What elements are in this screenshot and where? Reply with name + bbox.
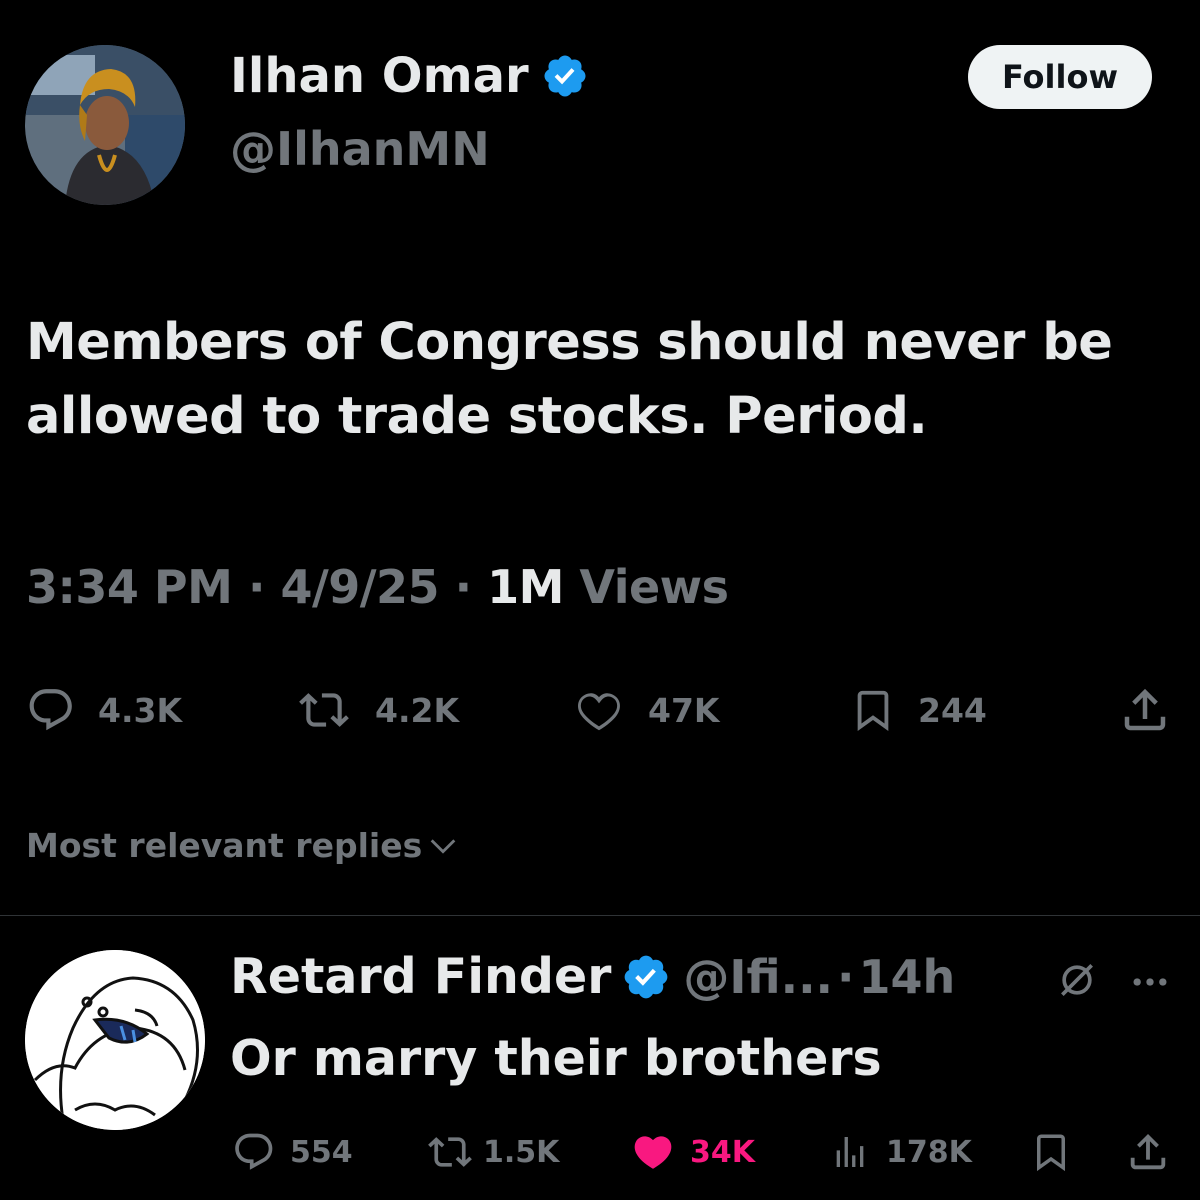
- author-handle[interactable]: @IlhanMN: [230, 122, 490, 176]
- author-name-text[interactable]: Ilhan Omar: [230, 48, 529, 104]
- tweet-text: Members of Congress should never be allo…: [26, 313, 1113, 446]
- reply-views-count: 178K: [886, 1134, 972, 1170]
- views-label[interactable]: Views: [579, 560, 729, 614]
- bookmark-button[interactable]: 244: [850, 680, 987, 740]
- like-button[interactable]: 47K: [572, 680, 720, 740]
- share-icon: [1130, 1133, 1166, 1170]
- reply-reply-button[interactable]: 554: [232, 1127, 353, 1177]
- reply-like-button[interactable]: 34K: [630, 1127, 755, 1177]
- share-button[interactable]: [1118, 680, 1172, 740]
- bookmark-icon: [857, 690, 889, 731]
- reply-author-name[interactable]: Retard Finder: [230, 948, 611, 1005]
- follow-button[interactable]: Follow: [968, 45, 1152, 109]
- tweet-date[interactable]: 4/9/25: [280, 560, 439, 614]
- grok-button[interactable]: [1055, 958, 1099, 1006]
- reply-separator: ·: [837, 949, 855, 1004]
- reply-sort-label[interactable]: Most relevant replies: [26, 826, 422, 865]
- reply-repost-count: 1.5K: [483, 1134, 560, 1170]
- repost-button[interactable]: 4.2K: [295, 680, 459, 740]
- views-count: 1M: [487, 560, 564, 614]
- like-count: 47K: [648, 690, 720, 730]
- reply-count: 4.3K: [98, 690, 183, 730]
- reply-icon: [235, 1133, 273, 1170]
- reply-author-avatar[interactable]: [25, 950, 205, 1130]
- reply-bookmark-button[interactable]: [1030, 1127, 1072, 1177]
- like-icon: [634, 1136, 672, 1169]
- bookmark-icon: [1037, 1134, 1065, 1172]
- meta-separator: ·: [454, 560, 472, 614]
- reply-like-count: 34K: [690, 1134, 755, 1170]
- like-icon: [578, 693, 620, 731]
- repost-count: 4.2K: [375, 690, 460, 730]
- repost-icon: [299, 693, 349, 727]
- divider: [0, 915, 1200, 916]
- share-icon: [1124, 688, 1166, 731]
- reply-repost-button[interactable]: 1.5K: [425, 1127, 559, 1177]
- reply-views-button[interactable]: 178K: [830, 1127, 972, 1177]
- more-icon: [1133, 978, 1167, 986]
- author-name[interactable]: Ilhan Omar: [230, 48, 589, 104]
- verified-badge-icon: [621, 952, 671, 1002]
- reply-text: Or marry their brothers: [230, 1030, 882, 1087]
- reply-time[interactable]: 14h: [859, 950, 956, 1004]
- reply-icon: [29, 689, 72, 731]
- reply-sort-dropdown[interactable]: Most relevant replies: [26, 826, 460, 865]
- reply-share-button[interactable]: [1125, 1127, 1171, 1177]
- verified-badge-icon: [541, 52, 589, 100]
- reply-author-handle[interactable]: @Ifi...: [683, 950, 833, 1004]
- views-icon: [836, 1137, 864, 1167]
- more-button[interactable]: [1128, 960, 1172, 1008]
- bookmark-count: 244: [918, 690, 987, 730]
- grok-icon: [1061, 964, 1093, 996]
- tweet-time[interactable]: 3:34 PM: [26, 560, 233, 614]
- reply-reply-count: 554: [290, 1134, 353, 1170]
- reply-header: Retard Finder @Ifi... · 14h: [230, 948, 955, 1005]
- repost-icon: [428, 1137, 472, 1167]
- reply-button[interactable]: 4.3K: [26, 680, 182, 740]
- author-avatar[interactable]: [25, 45, 185, 205]
- meta-separator: ·: [247, 560, 265, 614]
- chevron-down-icon: [430, 838, 456, 854]
- tweet-meta: 3:34 PM · 4/9/25 · 1M Views: [26, 560, 729, 614]
